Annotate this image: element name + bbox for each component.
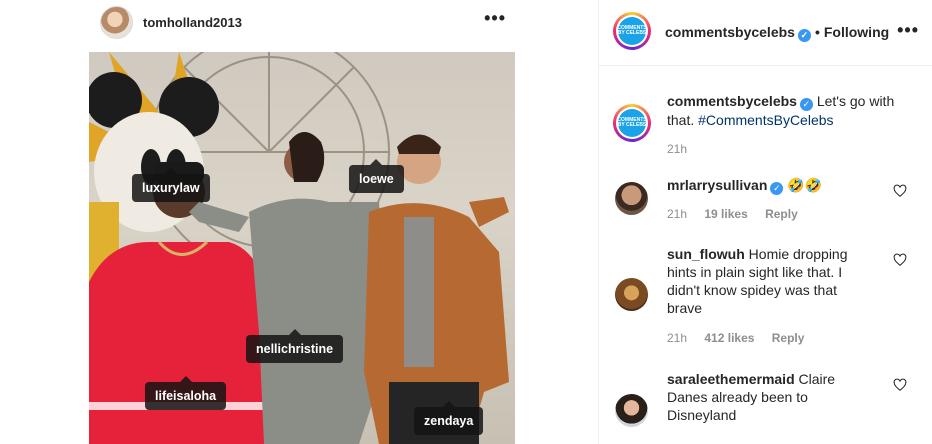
comment-username[interactable]: mrlarrysullivan <box>667 177 767 193</box>
comments-sidebar: COMMENTS BY CELEBS commentsbycelebs ✓ • Fol… <box>598 0 932 444</box>
photo-tag-luxurylaw[interactable]: luxurylaw <box>132 168 210 202</box>
comment-text: saraleethemermaid Claire Danes already b… <box>667 370 857 424</box>
like-heart-icon[interactable] <box>893 184 907 198</box>
post-author-avatar[interactable] <box>100 6 133 39</box>
account-avatar[interactable]: COMMENTS BY CELEBS <box>613 12 651 50</box>
post-author-username[interactable]: tomholland2013 <box>143 15 242 30</box>
header-separator: • <box>814 24 820 40</box>
verified-badge-icon: ✓ <box>770 182 784 195</box>
commenter-avatar[interactable] <box>615 394 648 427</box>
following-button[interactable]: Following <box>824 24 889 40</box>
comment-likes[interactable]: 19 likes <box>704 207 747 221</box>
reply-button[interactable]: Reply <box>765 207 798 221</box>
caption-text: commentsbycelebs ✓ Let's go with that. #C… <box>667 92 917 129</box>
comment-time[interactable]: 21h <box>667 331 687 345</box>
verified-badge-icon: ✓ <box>797 29 811 42</box>
reply-button[interactable]: Reply <box>772 331 805 345</box>
photo-tag-loewe[interactable]: loewe <box>349 159 404 193</box>
commenter-avatar[interactable] <box>615 278 648 311</box>
comment-text: mrlarrysullivan ✓ 🤣🤣 <box>667 176 887 195</box>
commenter-avatar[interactable] <box>615 182 648 215</box>
caption-meta: 21h <box>667 142 701 156</box>
comment-body: 🤣🤣 <box>787 177 823 193</box>
photo-tag-lifeisaloha[interactable]: lifeisaloha <box>145 376 227 410</box>
post-panel: tomholland2013 ••• luxurylaw loewe nelli… <box>0 0 598 444</box>
verified-badge-icon: ✓ <box>799 98 813 111</box>
comment-meta: 21h 412 likes Reply <box>667 331 818 345</box>
post-more-options-icon[interactable]: ••• <box>484 8 506 29</box>
sidebar-header-line: commentsbycelebs ✓ • Following <box>665 24 889 42</box>
comment-time[interactable]: 21h <box>667 207 687 221</box>
post-header: tomholland2013 ••• <box>100 6 506 40</box>
comment-text: sun_flowuh Homie dropping hints in plain… <box>667 245 867 317</box>
comment-meta: 21h 19 likes Reply <box>667 207 812 221</box>
header-more-options-icon[interactable]: ••• <box>897 20 919 41</box>
like-heart-icon[interactable] <box>893 253 907 267</box>
caption-hashtag[interactable]: #CommentsByCelebs <box>698 112 833 128</box>
caption-logo: COMMENTS BY CELEBS <box>617 109 647 137</box>
caption-avatar[interactable]: COMMENTS BY CELEBS <box>613 104 651 142</box>
comment-username[interactable]: sun_flowuh <box>667 246 745 262</box>
like-heart-icon[interactable] <box>893 378 907 392</box>
header-username[interactable]: commentsbycelebs <box>665 24 795 40</box>
comments-by-celebs-logo: COMMENTS BY CELEBS <box>617 17 647 45</box>
comment-username[interactable]: saraleethemermaid <box>667 371 795 387</box>
comment-likes[interactable]: 412 likes <box>704 331 754 345</box>
sidebar-header: COMMENTS BY CELEBS commentsbycelebs ✓ • Fol… <box>599 0 932 66</box>
caption-username[interactable]: commentsbycelebs <box>667 93 797 109</box>
post-photo[interactable]: luxurylaw loewe nellichristine lifeisalo… <box>89 52 515 444</box>
caption-time[interactable]: 21h <box>667 142 687 156</box>
photo-tag-zendaya[interactable]: zendaya <box>414 401 484 435</box>
photo-tag-nellichristine[interactable]: nellichristine <box>246 329 344 363</box>
